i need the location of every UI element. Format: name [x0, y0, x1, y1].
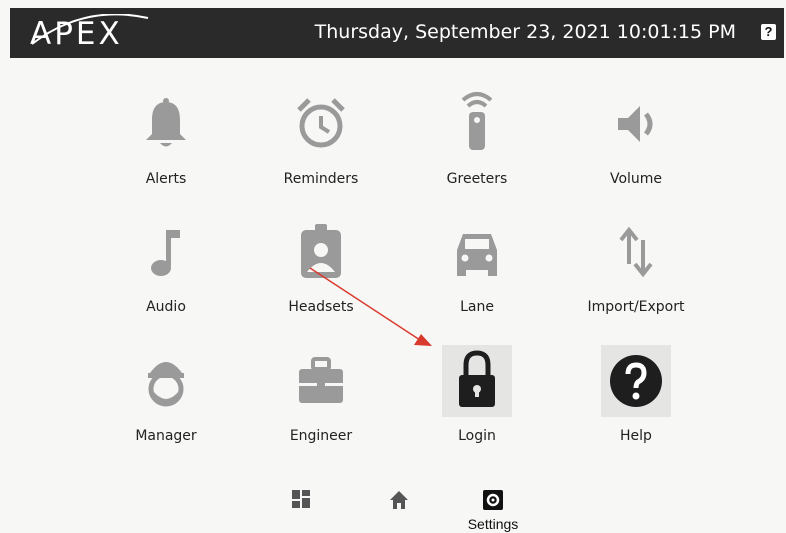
home-icon: [390, 491, 408, 509]
tile-audio[interactable]: Audio: [111, 216, 221, 336]
settings-gear-icon: [483, 490, 503, 510]
import-export-arrows-icon: [619, 226, 653, 278]
tile-label: Login: [458, 428, 496, 444]
help-highlight: [601, 345, 671, 417]
tile-label: Lane: [460, 299, 494, 315]
lock-icon: [459, 350, 495, 407]
tile-engineer[interactable]: Engineer: [266, 345, 376, 465]
tile-alerts[interactable]: Alerts: [111, 88, 221, 208]
id-badge-icon: [301, 224, 341, 278]
grid-icon: [292, 490, 310, 508]
tile-login[interactable]: Login: [422, 345, 532, 465]
tile-label: Headsets: [288, 299, 354, 315]
nav-home[interactable]: [389, 490, 409, 515]
tile-label: Manager: [135, 428, 197, 444]
question-circle-icon: [610, 355, 662, 407]
tile-label: Import/Export: [587, 299, 685, 315]
tile-label: Help: [620, 428, 652, 444]
help-button[interactable]: ?: [761, 24, 776, 40]
tile-reminders[interactable]: Reminders: [266, 88, 376, 208]
tile-label: Audio: [146, 299, 186, 315]
bell-icon: [146, 98, 186, 147]
nav-grid[interactable]: [292, 490, 312, 515]
tile-label: Engineer: [289, 428, 353, 444]
speaker-icon: [618, 106, 653, 142]
tile-import-export[interactable]: Import/Export: [581, 216, 691, 336]
remote-signal-icon: [461, 92, 493, 150]
nav-settings[interactable]: Settings: [468, 490, 518, 532]
manager-person-icon: [148, 362, 184, 407]
toolbox-icon: [299, 357, 343, 403]
tile-manager[interactable]: Manager: [111, 345, 221, 465]
tile-greeters[interactable]: Greeters: [422, 88, 532, 208]
tile-volume[interactable]: Volume: [581, 88, 691, 208]
music-note-icon: [151, 230, 180, 276]
tile-label: Greeters: [446, 171, 508, 187]
apex-logo: APEX: [24, 14, 154, 54]
top-bar: APEX Thursday, September 23, 2021 10:01:…: [10, 8, 784, 58]
car-icon: [457, 234, 497, 276]
tile-lane[interactable]: Lane: [422, 216, 532, 336]
tile-label: Volume: [609, 171, 663, 187]
alarm-clock-icon: [297, 98, 345, 148]
login-highlight: [442, 345, 512, 417]
datetime-display: Thursday, September 23, 2021 10:01:15 PM: [314, 21, 736, 43]
tile-headsets[interactable]: Headsets: [266, 216, 376, 336]
tile-label: Alerts: [145, 171, 187, 187]
nav-settings-label: Settings: [467, 516, 519, 532]
tile-help[interactable]: Help: [581, 345, 691, 465]
tile-label: Reminders: [283, 171, 359, 187]
